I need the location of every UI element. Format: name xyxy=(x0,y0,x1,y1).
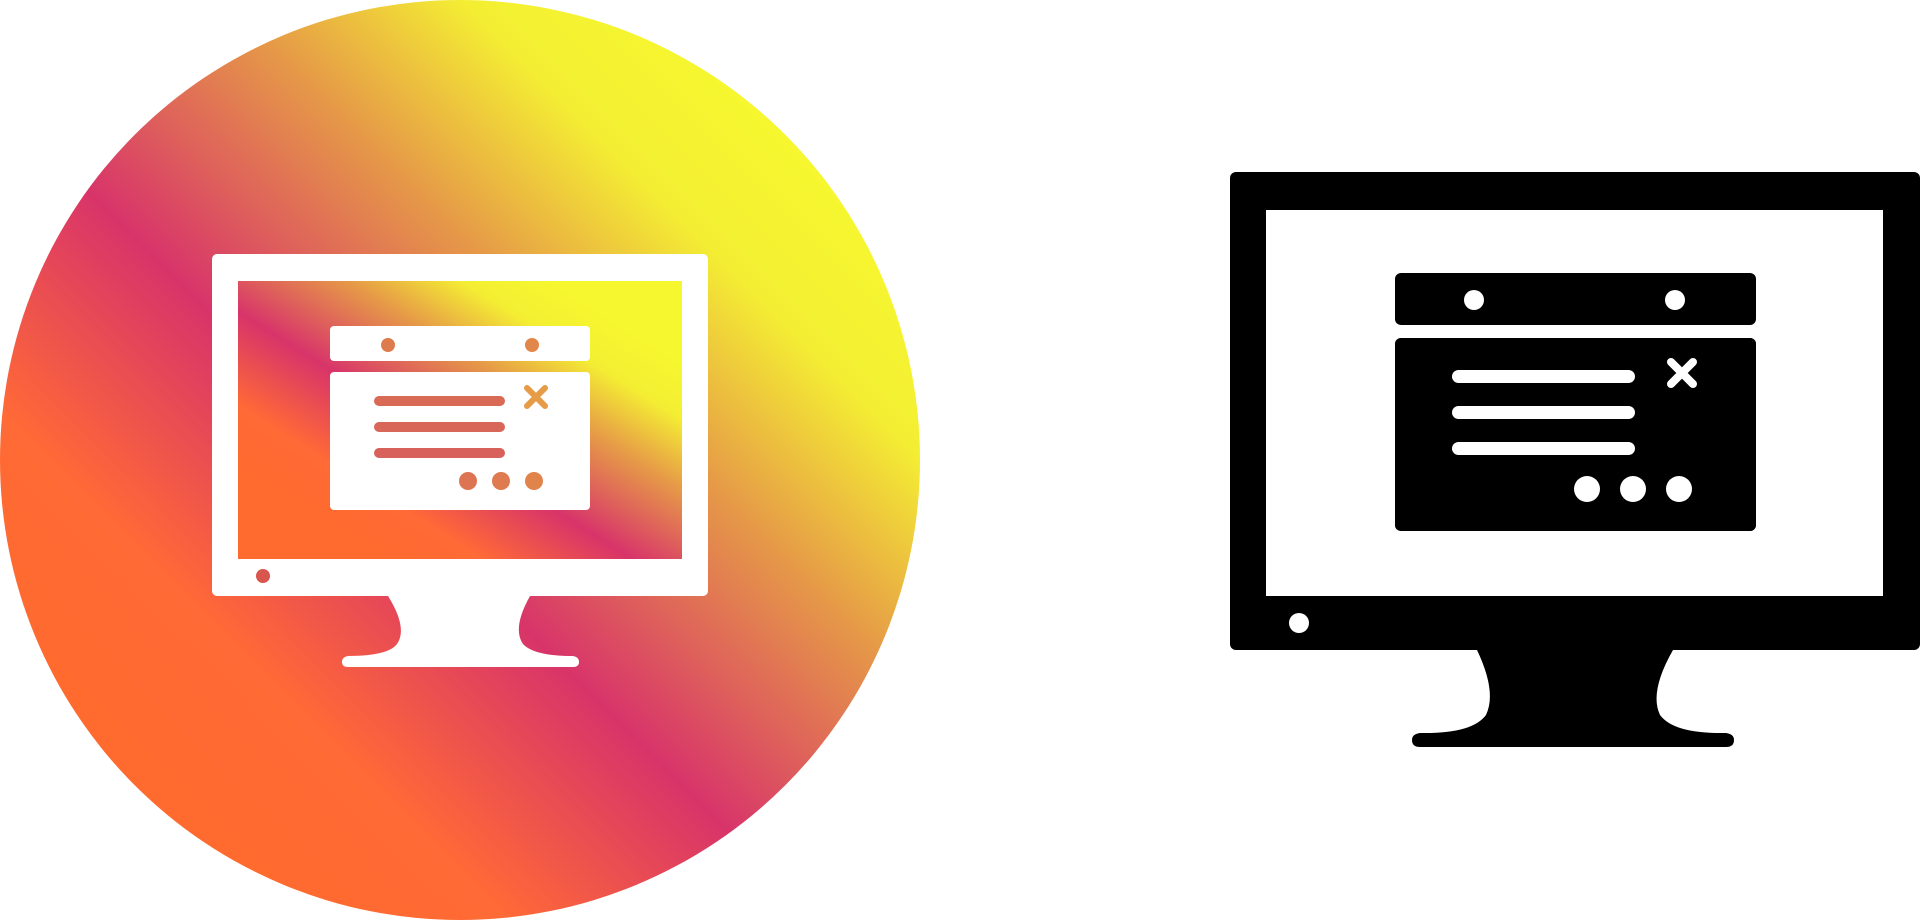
dialog-window xyxy=(1395,273,1756,531)
power-indicator xyxy=(256,569,270,583)
dialog-window xyxy=(330,326,590,510)
gradient-monitor-icon xyxy=(0,0,921,921)
power-indicator xyxy=(1289,613,1309,633)
monitor-icon-gradient-svg xyxy=(0,0,920,920)
monitor-icon-glyph-svg xyxy=(1230,172,1920,747)
glyph-monitor-icon xyxy=(1228,170,1920,750)
